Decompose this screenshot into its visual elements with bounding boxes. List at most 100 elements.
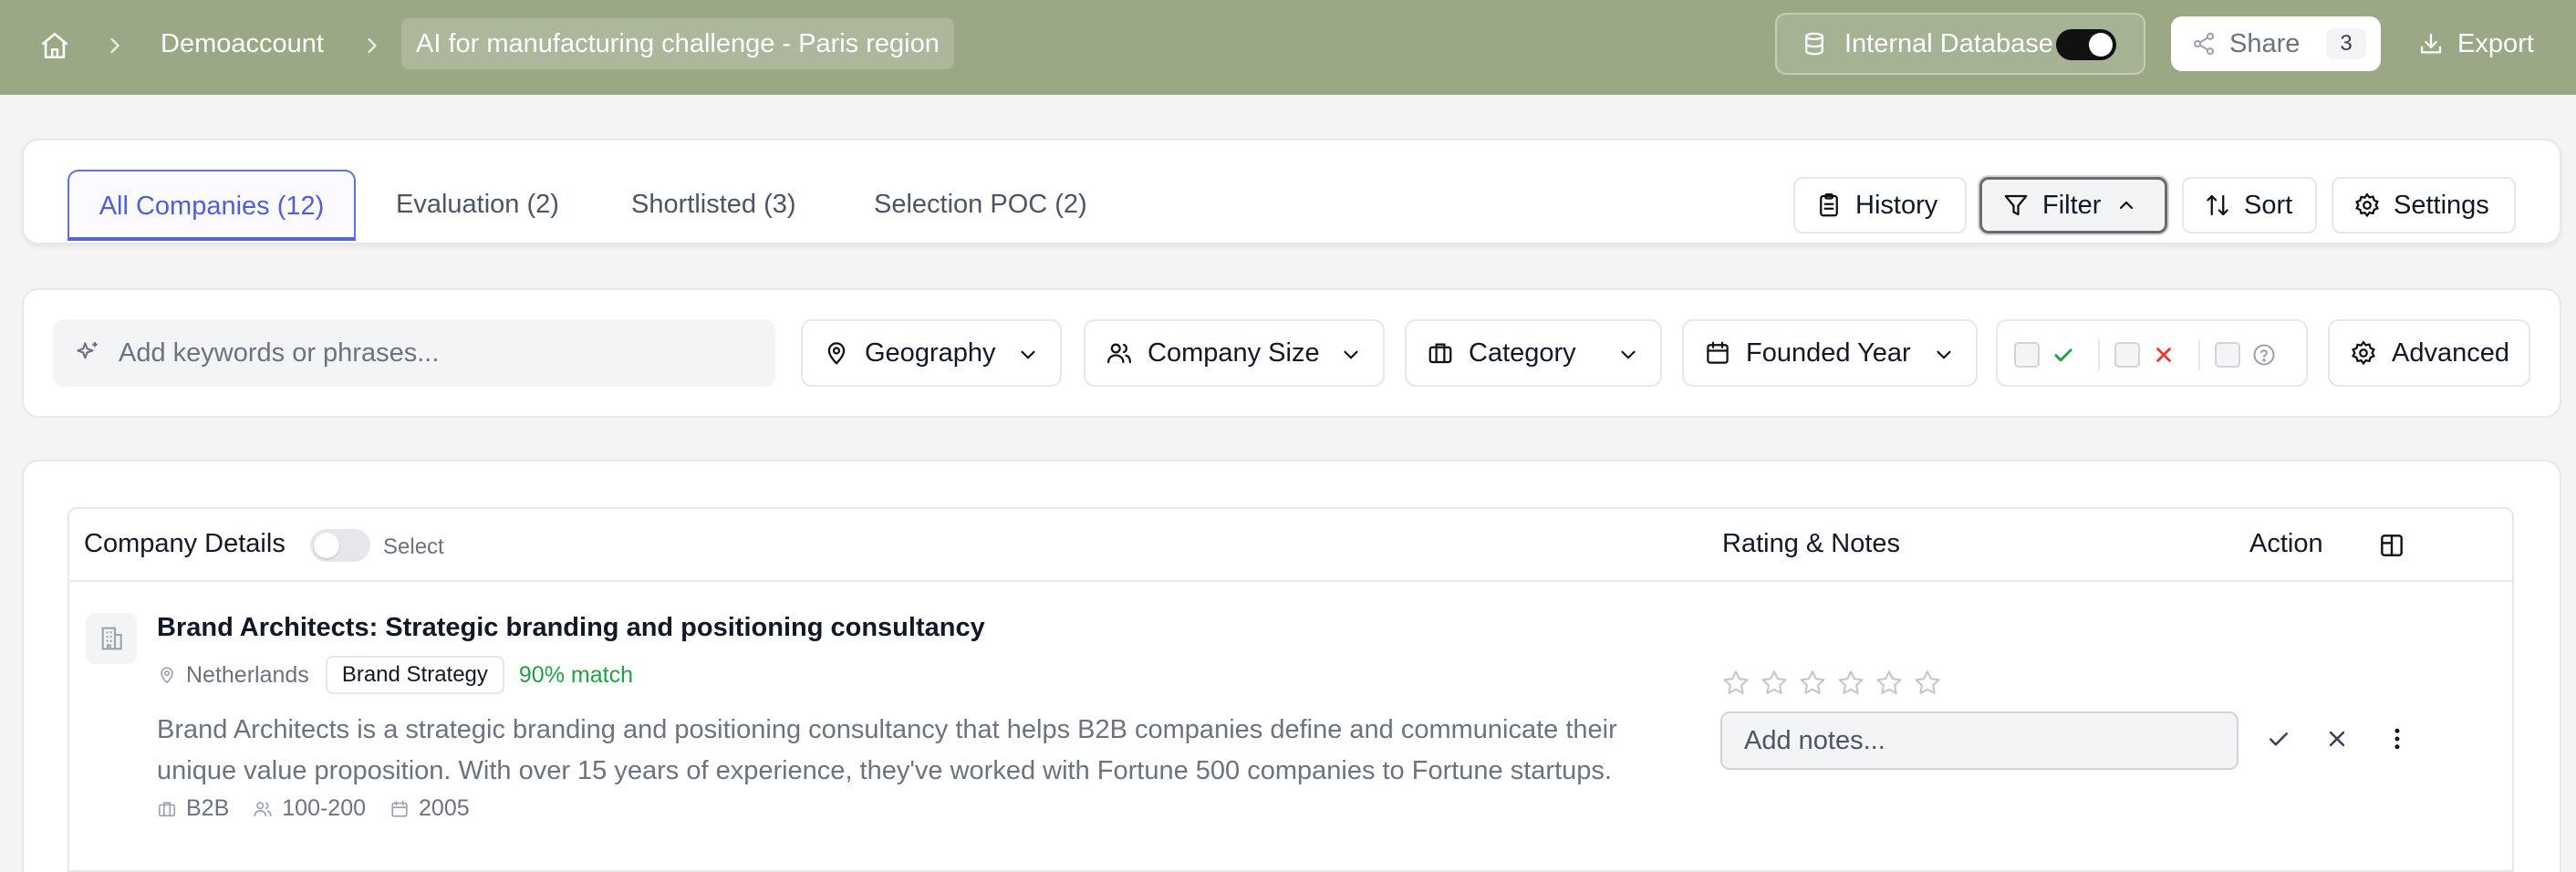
geography-label: Geography (865, 337, 996, 368)
calendar-icon (1704, 339, 1731, 367)
clipboard-icon (1815, 192, 1843, 219)
table-header: Company Details Select Rating & Notes Ac… (69, 509, 2512, 582)
users-icon (253, 799, 273, 819)
table-row[interactable]: Brand Architects: Strategic branding and… (69, 582, 2512, 872)
companies-table: Company Details Select Rating & Notes Ac… (68, 507, 2514, 872)
advanced-label: Advanced (2392, 337, 2509, 368)
company-logo-icon (86, 613, 137, 664)
filter-label: Filter (2042, 190, 2102, 220)
founded-year-dropdown[interactable]: Founded Year (1682, 319, 1978, 387)
select-toggle[interactable] (310, 529, 370, 562)
chevron-down-icon (1339, 343, 1363, 367)
keyword-search[interactable] (53, 319, 775, 387)
download-icon (2417, 30, 2445, 57)
keyword-input[interactable] (119, 337, 757, 369)
check-icon (2051, 342, 2076, 368)
share-label: Share (2229, 28, 2301, 58)
divider (2198, 339, 2200, 370)
more-vertical-icon[interactable] (2379, 721, 2415, 757)
tab-evaluation[interactable]: Evaluation (2) (396, 170, 559, 241)
briefcase-icon (157, 799, 177, 819)
category-label: Category (1469, 337, 1576, 368)
founded-year: 2005 (390, 795, 470, 822)
star-icon[interactable] (1720, 668, 1751, 699)
internal-database-toggle[interactable]: Internal Database (1775, 13, 2145, 75)
settings-button[interactable]: Settings (2332, 177, 2516, 234)
category-dropdown[interactable]: Category (1405, 319, 1662, 387)
chevron-down-icon (1616, 343, 1640, 367)
export-label: Export (2457, 28, 2534, 58)
unrated-checkbox[interactable] (2215, 342, 2240, 368)
geography-dropdown[interactable]: Geography (801, 319, 1062, 387)
top-bar: Demoaccount AI for manufacturing challen… (0, 0, 2576, 95)
x-icon (2151, 342, 2176, 368)
category-tag: Brand Strategy (325, 656, 504, 694)
description-line: unique value proposition. With over 15 y… (157, 756, 1612, 785)
star-icon[interactable] (1835, 668, 1866, 699)
filter-button[interactable]: Filter (1979, 177, 2167, 234)
sparkle-icon (73, 338, 102, 368)
company-description: Brand Architects is a strategic branding… (157, 710, 1762, 792)
users-icon (1106, 339, 1133, 367)
sort-label: Sort (2244, 190, 2293, 220)
internal-database-label: Internal Database (1844, 28, 2053, 58)
map-pin-icon (157, 665, 177, 685)
chevron-right-icon (102, 33, 128, 58)
company-location: Netherlands (157, 662, 309, 689)
reject-x-icon[interactable] (2319, 721, 2355, 757)
column-action: Action (2249, 529, 2323, 558)
home-icon[interactable] (36, 27, 73, 64)
status-filter-group (1996, 319, 2308, 387)
accept-check-icon[interactable] (2260, 721, 2297, 757)
share-icon (2191, 31, 2217, 57)
star-icon[interactable] (1912, 668, 1943, 699)
tab-selection-poc[interactable]: Selection POC (2) (874, 170, 1087, 241)
chevron-down-icon (1016, 343, 1040, 367)
funnel-icon (2002, 192, 2030, 219)
founded-year-label: Founded Year (1746, 337, 1911, 368)
filter-panel: Geography Company Size Category Founded … (22, 288, 2561, 418)
company-name[interactable]: Brand Architects: Strategic branding and… (157, 613, 985, 643)
tab-shortlisted[interactable]: Shortlisted (3) (631, 170, 796, 241)
briefcase-icon (1427, 339, 1454, 367)
rejected-checkbox[interactable] (2114, 342, 2140, 368)
sort-button[interactable]: Sort (2182, 177, 2317, 234)
share-button[interactable]: Share 3 (2171, 16, 2381, 71)
match-score: 90% match (518, 661, 633, 688)
company-size-label: Company Size (1148, 337, 1320, 368)
notes-input[interactable] (1720, 711, 2238, 770)
map-pin-icon (823, 339, 850, 367)
star-icon[interactable] (1797, 668, 1828, 699)
employee-count-text: 100-200 (282, 795, 367, 821)
history-label: History (1855, 190, 1938, 220)
company-size-dropdown[interactable]: Company Size (1084, 319, 1385, 387)
business-model: B2B (157, 795, 229, 822)
tab-all-companies[interactable]: All Companies (12) (68, 170, 356, 241)
internal-database-switch[interactable] (2056, 29, 2116, 60)
column-company-details: Company Details (84, 529, 286, 558)
column-rating-notes: Rating & Notes (1722, 529, 1901, 558)
export-button[interactable]: Export (2417, 16, 2534, 71)
columns-layout-icon[interactable] (2377, 531, 2406, 560)
business-model-text: B2B (186, 795, 230, 821)
breadcrumb-project[interactable]: AI for manufacturing challenge - Paris r… (401, 18, 954, 69)
breadcrumb-account[interactable]: Demoaccount (146, 18, 338, 69)
founded-year-text: 2005 (419, 795, 470, 821)
star-icon[interactable] (1759, 668, 1790, 699)
star-icon[interactable] (1874, 668, 1905, 699)
company-facts: B2B 100-200 2005 (157, 795, 493, 822)
calendar-icon (390, 799, 410, 819)
database-icon (1801, 30, 1828, 57)
company-meta: Netherlands Brand Strategy 90% match (157, 655, 633, 695)
sort-arrows-icon (2204, 192, 2231, 219)
companies-panel: Company Details Select Rating & Notes Ac… (22, 460, 2561, 872)
share-count-badge: 3 (2326, 28, 2366, 59)
history-button[interactable]: History (1793, 177, 1967, 234)
advanced-button[interactable]: Advanced (2328, 319, 2530, 387)
select-label: Select (383, 535, 444, 559)
star-rating (1720, 668, 1950, 699)
accepted-checkbox[interactable] (2014, 342, 2040, 368)
settings-label: Settings (2394, 190, 2489, 220)
description-line: Brand Architects is a strategic branding… (157, 715, 1617, 744)
chevron-right-icon (359, 33, 385, 58)
